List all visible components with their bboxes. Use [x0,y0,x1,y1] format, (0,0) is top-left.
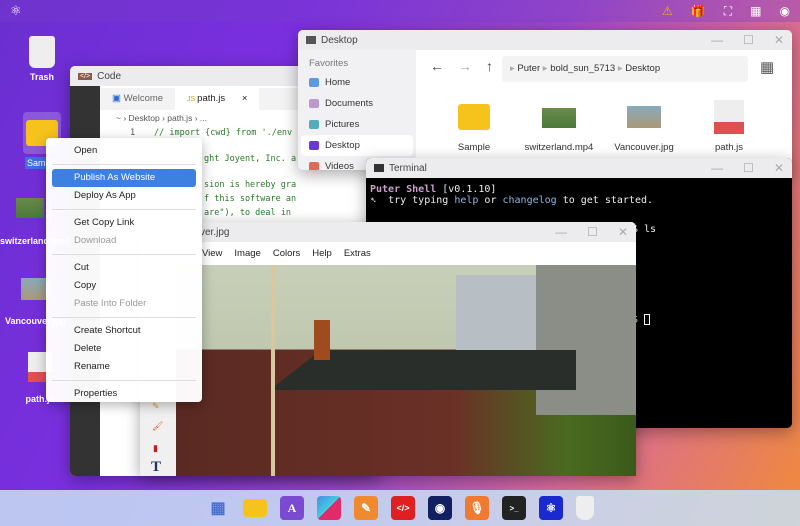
sidebar-item-pictures[interactable]: Pictures [301,114,413,135]
maximize-icon[interactable]: ☐ [743,33,754,47]
sidebar-item-documents[interactable]: Documents [301,93,413,114]
tab-path-js[interactable]: JS path.js × [175,88,260,110]
code-line: sion is hereby gra [204,180,297,190]
dock: ▦ A ✎ </> ◉ 🎙 >_ ⚛ [0,490,800,526]
code-line: are"), to deal in [204,208,291,218]
tab-welcome[interactable]: ▣ Welcome [100,88,175,110]
file-pathjs[interactable]: path.js [689,100,769,153]
puter-icon[interactable]: ⚛ [539,496,563,520]
back-icon[interactable]: ← [430,58,444,74]
image-icon [21,278,49,300]
desktop-icon-trash[interactable]: Trash [12,36,72,82]
file-vancouver[interactable]: Vancouver.jpg [604,100,684,153]
brush-icon[interactable]: 🖌 [152,421,163,432]
canvas-image[interactable] [176,265,636,476]
paint-menubar: View Image Colors Help Extras [140,242,636,265]
menu-item-properties[interactable]: Properties [52,385,196,403]
minimize-icon[interactable]: — [711,33,723,47]
terminal-icon [374,164,384,172]
folder-icon [306,36,316,44]
trash-icon [29,36,55,68]
sidebar-item-desktop[interactable]: Desktop [301,135,413,156]
path-bar[interactable]: ▸ Puter ▸ bold_sun_5713 ▸ Desktop [502,56,748,82]
close-icon[interactable]: ✕ [774,33,784,47]
top-bar: ⚛ ⚠ 🎁 ⛶ ▦ ◉ [0,0,800,22]
explorer-titlebar[interactable]: Desktop — ☐ ✕ [298,30,792,50]
menu-view[interactable]: View [202,248,222,265]
sidebar-item-home[interactable]: Home [301,72,413,93]
terminal-titlebar[interactable]: Terminal — ☐ ✕ [366,158,792,178]
editor-icon[interactable]: A [280,496,304,520]
files-icon[interactable] [243,499,267,517]
welcome-icon: ▣ [112,93,124,104]
menu-item-rename[interactable]: Rename [52,358,196,376]
warning-icon[interactable]: ⚠ [662,4,673,19]
video-icon [16,198,44,218]
menu-help[interactable]: Help [312,248,332,265]
menu-item-delete[interactable]: Delete [52,340,196,358]
file-switzerland[interactable]: switzerland.mp4 [519,100,599,153]
menu-item-open[interactable]: Open [52,142,196,160]
close-tab-icon[interactable]: × [242,93,248,104]
folder-icon [458,104,490,130]
text-tool-icon[interactable]: T [151,459,161,476]
menu-colors[interactable]: Colors [273,248,300,265]
terminal-icon[interactable]: >_ [502,496,526,520]
line-number: 1 [130,128,136,138]
code-app-icon: </> [78,72,93,80]
qr-icon[interactable]: ▦ [750,4,761,19]
menu-extras[interactable]: Extras [344,248,371,265]
menu-item-paste-into-folder[interactable]: Paste Into Folder [52,295,196,313]
menu-item-deploy-as-app[interactable]: Deploy As App [52,187,196,205]
app-grid-icon[interactable]: ▦ [206,496,230,520]
video-icon [542,108,576,128]
menu-item-download[interactable]: Download [52,232,196,250]
trash-icon[interactable] [576,496,594,520]
menu-item-copy[interactable]: Copy [52,277,196,295]
puter-logo-icon[interactable]: ⚛ [10,3,22,19]
user-icon[interactable]: ◉ [780,4,790,19]
file-sample[interactable]: Sample [434,100,514,153]
cubes-icon[interactable] [317,496,341,520]
minimize-icon[interactable]: — [555,225,567,239]
gift-icon[interactable]: 🎁 [691,4,706,19]
maximize-icon[interactable]: ☐ [587,225,598,239]
grid-view-icon[interactable]: ▦ [760,58,774,76]
up-icon[interactable]: ↑ [486,58,493,74]
paint-window: ver.jpg — ☐ ✕ View Image Colors Help Extras ✎ 🖌… [140,222,636,476]
js-icon: JS [187,96,198,103]
context-menu: Open Publish As Website Deploy As App Ge… [46,138,202,402]
fill-icon[interactable]: ▮ [153,443,158,454]
camera-icon[interactable]: ◉ [428,496,452,520]
image-icon [627,106,661,128]
forward-icon[interactable]: → [458,58,472,74]
paint-titlebar[interactable]: ver.jpg — ☐ ✕ [140,222,636,242]
explorer-window: Desktop — ☐ ✕ Favorites Home Documents Pict… [298,30,792,170]
recorder-icon[interactable]: 🎙 [465,496,489,520]
code-line: f this software an [204,194,297,204]
code-line: // import {cwd} from './env [154,128,293,138]
js-file-icon [714,100,744,134]
fullscreen-icon[interactable]: ⛶ [724,4,732,19]
paint-icon[interactable]: ✎ [354,496,378,520]
explorer-sidebar: Favorites Home Documents Pictures Deskto… [298,50,416,170]
terminal-output[interactable]: Puter Shell [v0.1.10] ➴ try typing help … [370,184,653,206]
breadcrumb: ~ › Desktop › path.js › ... [116,113,207,123]
minimize-icon[interactable]: — [711,161,723,175]
code-line: ght Joyent, Inc. a [204,154,297,164]
menu-item-get-copy-link[interactable]: Get Copy Link [52,214,196,232]
close-icon[interactable]: ✕ [618,225,628,239]
menu-item-cut[interactable]: Cut [52,259,196,277]
menu-image[interactable]: Image [234,248,260,265]
menu-item-publish-as-website[interactable]: Publish As Website [52,169,196,187]
code-icon[interactable]: </> [391,496,415,520]
menu-item-create-shortcut[interactable]: Create Shortcut [52,322,196,340]
close-icon[interactable]: ✕ [774,161,784,175]
maximize-icon[interactable]: ☐ [743,161,754,175]
